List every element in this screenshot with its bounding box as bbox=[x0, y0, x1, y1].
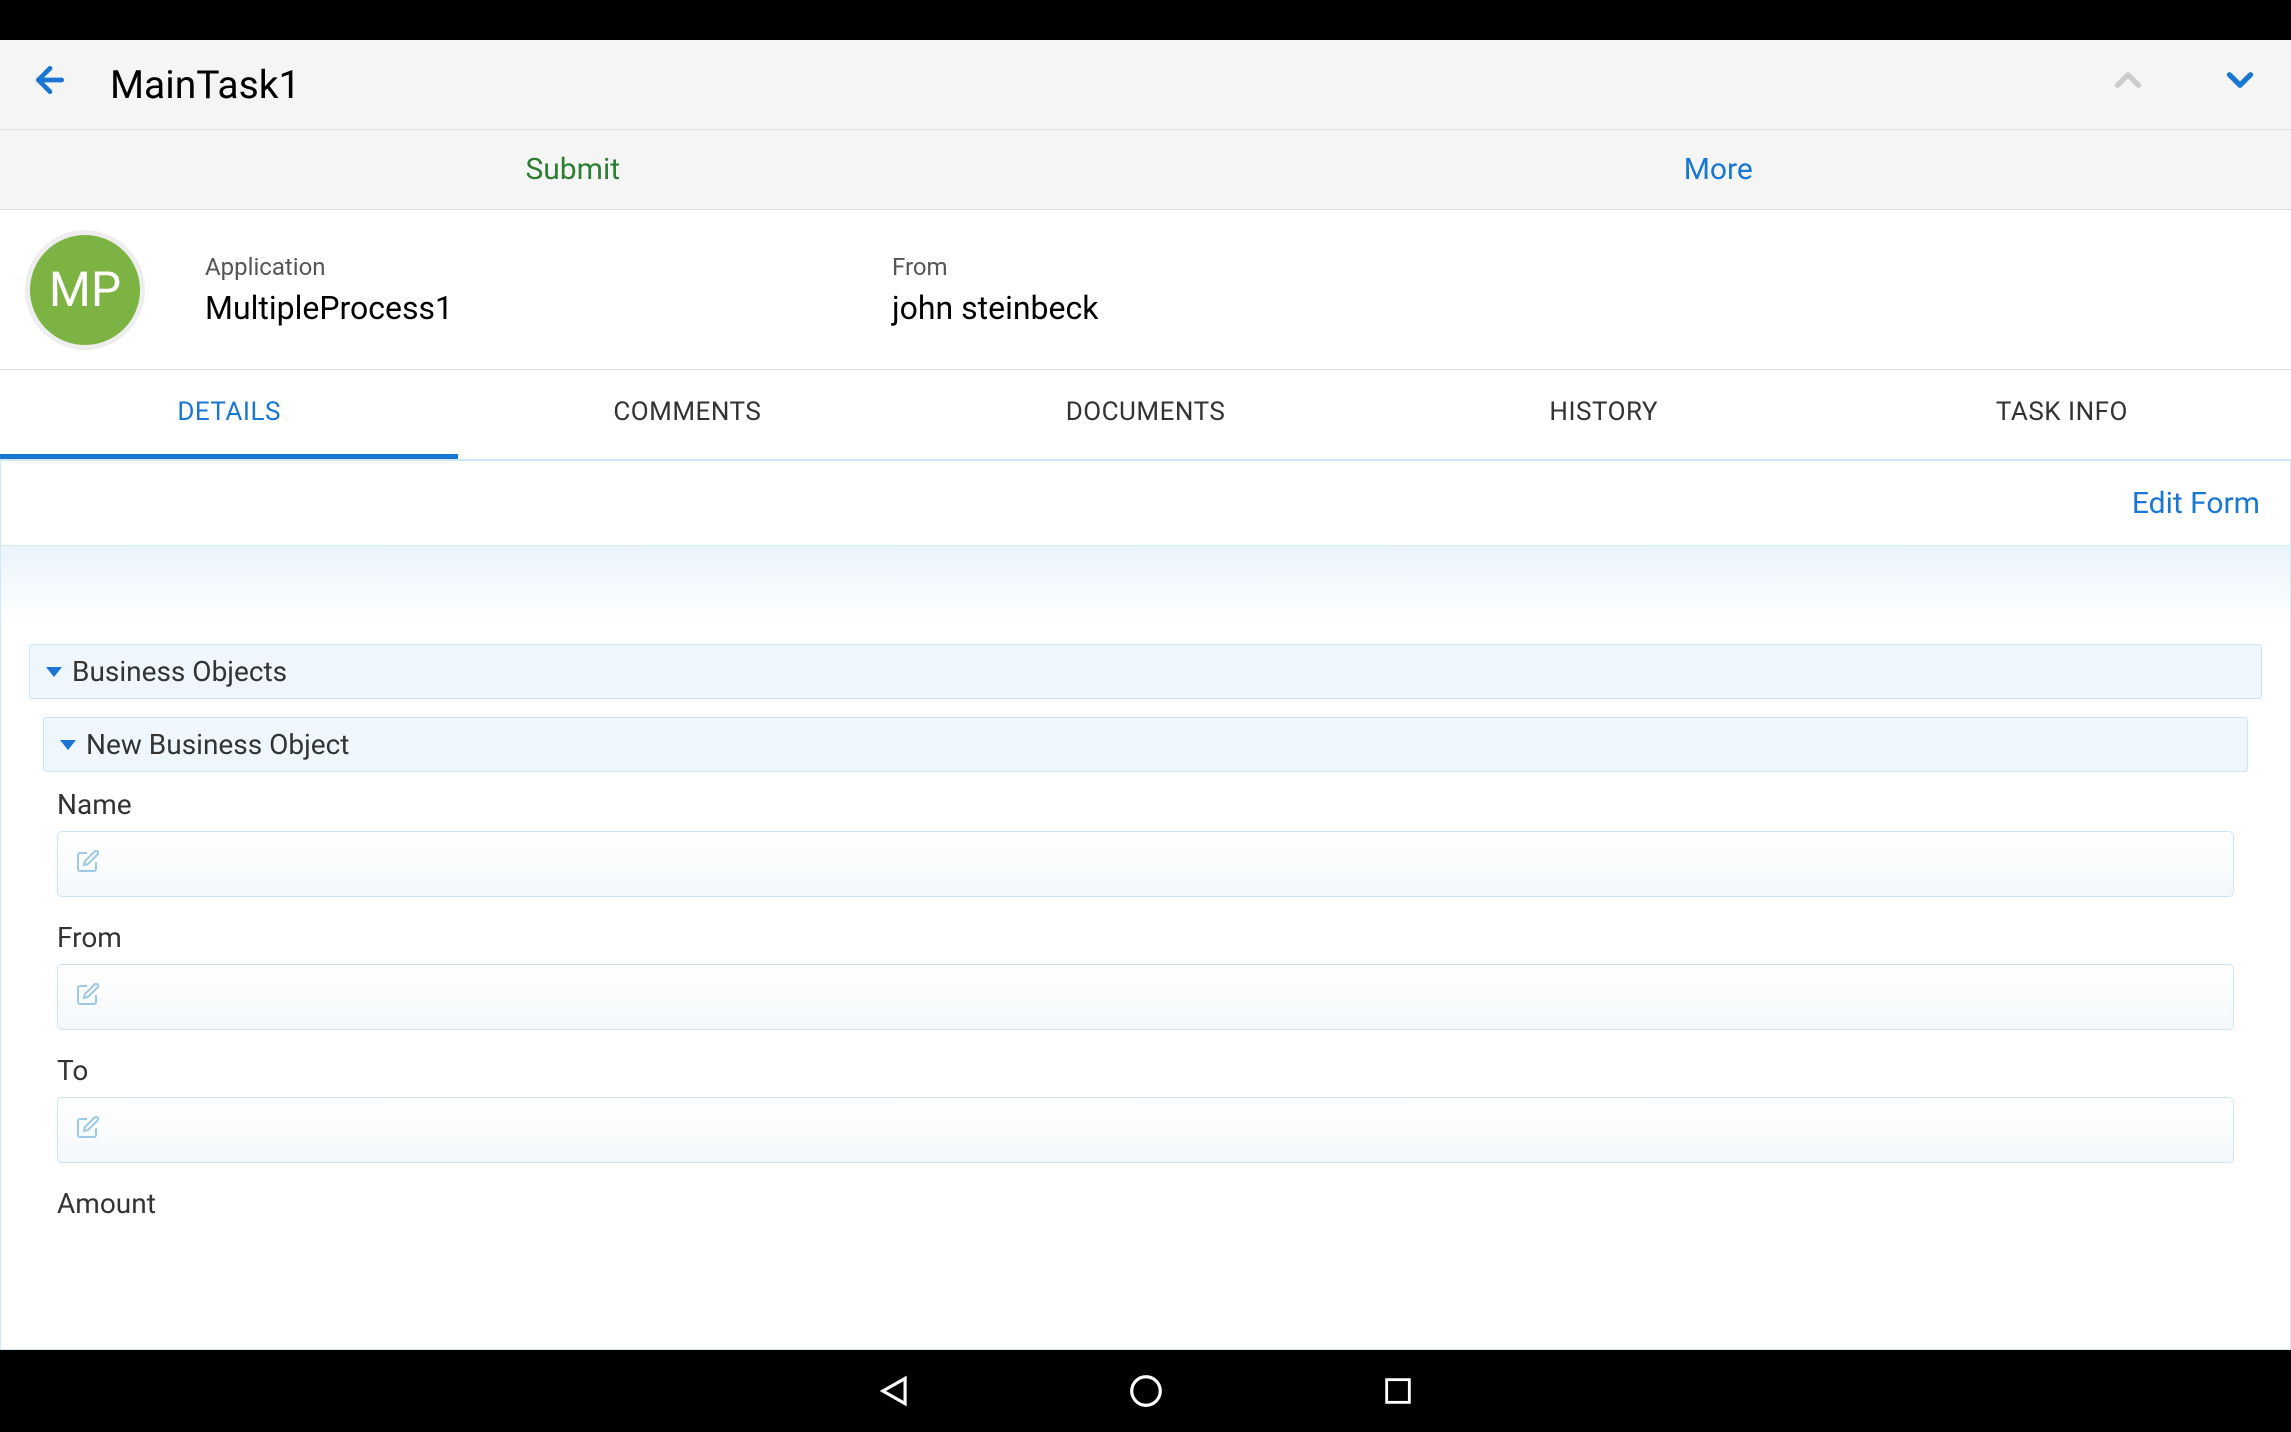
android-nav-bar bbox=[0, 1350, 2291, 1432]
tab-details[interactable]: DETAILS bbox=[0, 370, 458, 459]
tabs-row: DETAILS COMMENTS DOCUMENTS HISTORY TASK … bbox=[0, 370, 2291, 460]
tab-documents[interactable]: DOCUMENTS bbox=[916, 370, 1374, 459]
caret-down-icon bbox=[46, 667, 62, 677]
tab-taskinfo[interactable]: TASK INFO bbox=[1833, 370, 2291, 459]
name-input[interactable] bbox=[57, 831, 2234, 897]
application-value: MultipleProcess1 bbox=[205, 289, 892, 327]
android-status-bar bbox=[0, 0, 2291, 40]
section-title: Business Objects bbox=[72, 655, 287, 688]
summary-row: MP Application MultipleProcess1 From joh… bbox=[0, 210, 2291, 370]
android-recent-icon[interactable] bbox=[1377, 1370, 1419, 1412]
from-value: john steinbeck bbox=[892, 289, 1579, 327]
edit-icon bbox=[76, 982, 100, 1013]
form-content: Business Objects New Business Object Nam… bbox=[1, 626, 2290, 1220]
field-name-label: Name bbox=[57, 788, 2234, 821]
from-field: From john steinbeck bbox=[892, 253, 1579, 327]
field-name-group: Name bbox=[57, 788, 2234, 897]
header-bar: MainTask1 bbox=[0, 40, 2291, 130]
field-to-label: To bbox=[57, 1054, 2234, 1087]
avatar: MP bbox=[25, 230, 145, 350]
from-label: From bbox=[892, 253, 1579, 281]
edit-form-row: Edit Form bbox=[1, 461, 2290, 546]
submit-button[interactable]: Submit bbox=[0, 130, 1146, 209]
gradient-spacer bbox=[1, 546, 2290, 626]
field-from-label: From bbox=[57, 921, 2234, 954]
field-amount-group: Amount bbox=[57, 1187, 2234, 1220]
nav-chevrons bbox=[2107, 59, 2261, 111]
field-amount-label: Amount bbox=[57, 1187, 2234, 1220]
application-field: Application MultipleProcess1 bbox=[205, 253, 892, 327]
field-to-group: To bbox=[57, 1054, 2234, 1163]
page-title: MainTask1 bbox=[110, 62, 2107, 108]
action-bar: Submit More bbox=[0, 130, 2291, 210]
back-arrow-icon[interactable] bbox=[30, 60, 70, 110]
to-input[interactable] bbox=[57, 1097, 2234, 1163]
subsection-new-business-object[interactable]: New Business Object bbox=[43, 717, 2248, 772]
form-area: Edit Form Business Objects New Business … bbox=[0, 460, 2291, 1350]
tab-history[interactable]: HISTORY bbox=[1375, 370, 1833, 459]
android-home-icon[interactable] bbox=[1125, 1370, 1167, 1412]
section-business-objects[interactable]: Business Objects bbox=[29, 644, 2262, 699]
edit-icon bbox=[76, 849, 100, 880]
chevron-down-icon[interactable] bbox=[2219, 59, 2261, 111]
tab-comments[interactable]: COMMENTS bbox=[458, 370, 916, 459]
application-label: Application bbox=[205, 253, 892, 281]
android-back-icon[interactable] bbox=[873, 1370, 915, 1412]
chevron-up-icon bbox=[2107, 59, 2149, 111]
edit-form-link[interactable]: Edit Form bbox=[2132, 486, 2260, 521]
edit-icon bbox=[76, 1115, 100, 1146]
caret-down-icon bbox=[60, 740, 76, 750]
subsection-title: New Business Object bbox=[86, 728, 349, 761]
field-from-group: From bbox=[57, 921, 2234, 1030]
from-input[interactable] bbox=[57, 964, 2234, 1030]
more-button[interactable]: More bbox=[1146, 130, 2291, 209]
